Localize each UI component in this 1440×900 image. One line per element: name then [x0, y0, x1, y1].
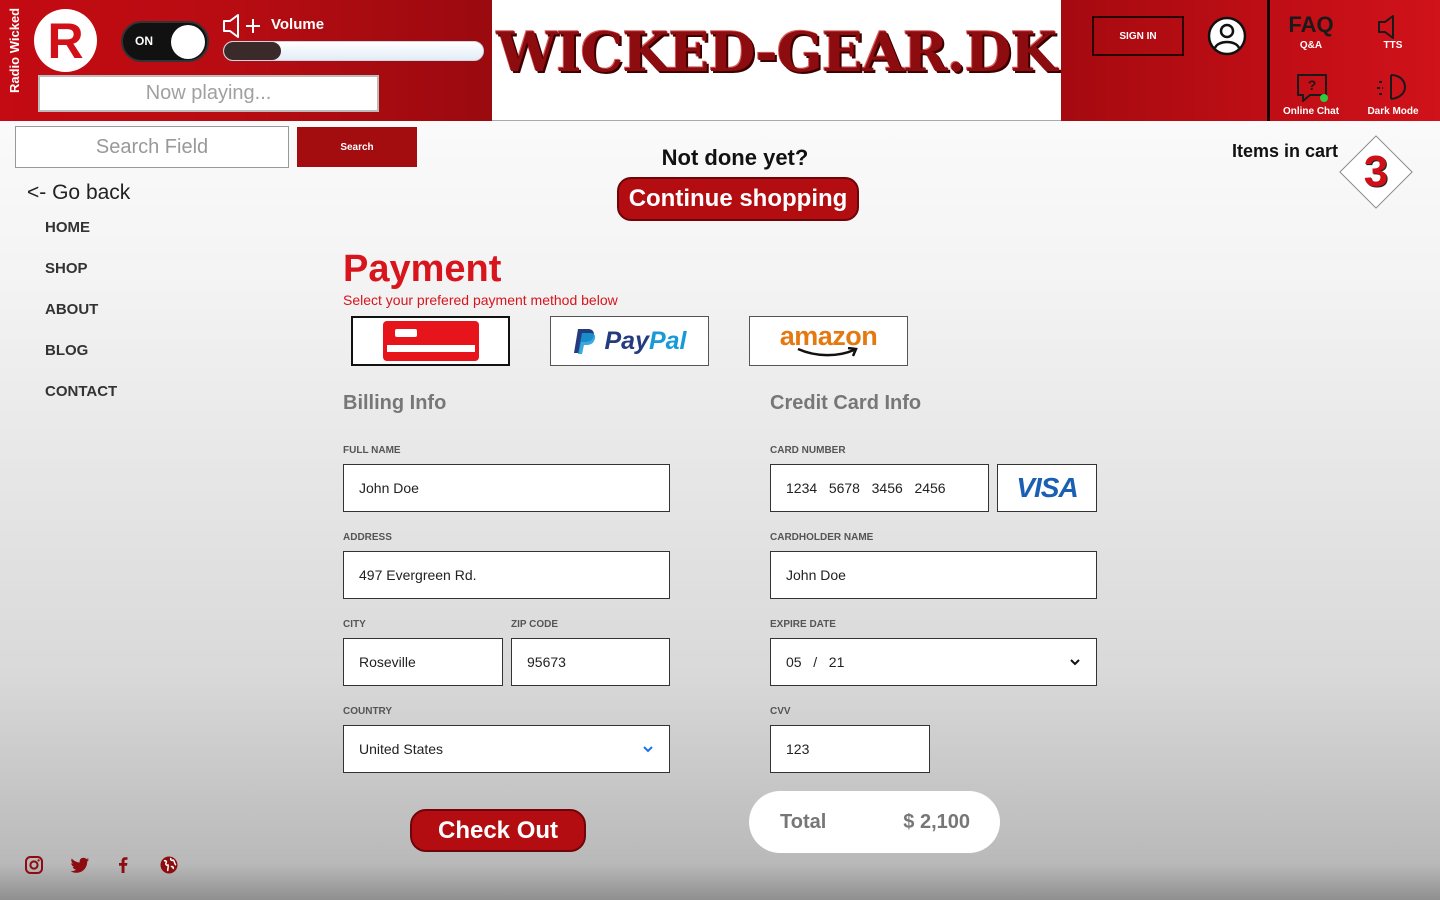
credit-card-icon: [382, 321, 479, 361]
tts-button[interactable]: TTS: [1358, 0, 1428, 51]
city-label: CITY: [343, 619, 366, 630]
toggle-label: ON: [135, 34, 153, 48]
go-back-link[interactable]: <- Go back: [27, 181, 130, 205]
bulb-icon: [1377, 74, 1407, 100]
payment-subtitle: Select your prefered payment method belo…: [343, 292, 618, 308]
tts-caption: TTS: [1383, 40, 1403, 51]
faq-button[interactable]: FAQ Q&A: [1276, 0, 1346, 51]
volume-slider-fill: [224, 42, 281, 60]
credit-card-info-title: Credit Card Info: [770, 392, 922, 414]
nav-item-contact[interactable]: CONTACT: [45, 382, 117, 423]
svg-text:?: ?: [1308, 77, 1317, 93]
pay-option-card[interactable]: [351, 316, 510, 366]
check-out-button[interactable]: Check Out: [410, 809, 586, 852]
faq-icon: FAQ: [1288, 12, 1334, 37]
card-number-field[interactable]: 1234 5678 3456 2456: [770, 464, 989, 512]
chat-help-icon: ?: [1297, 74, 1328, 102]
continue-shopping-button[interactable]: Continue shopping: [617, 177, 859, 221]
expire-date-value: 05 / 21: [786, 654, 845, 670]
city-field[interactable]: Roseville: [343, 638, 503, 686]
not-done-heading: Not done yet?: [661, 145, 809, 170]
chevron-down-icon: [643, 746, 653, 753]
now-playing-display: Now playing...: [38, 75, 379, 112]
address-field[interactable]: 497 Evergreen Rd.: [343, 551, 670, 599]
volume-icon[interactable]: [222, 13, 262, 39]
amazon-smile-icon: [796, 347, 858, 357]
total-value: $ 2,100: [903, 811, 970, 833]
zip-code-label: ZIP CODE: [511, 619, 559, 630]
zip-code-field[interactable]: 95673: [511, 638, 670, 686]
radio-toggle[interactable]: ON: [121, 21, 209, 62]
sign-in-button[interactable]: SIGN IN: [1092, 16, 1184, 56]
volume-label: Volume: [271, 16, 325, 33]
pay-option-amazon[interactable]: amazon: [749, 316, 908, 366]
nav-item-blog[interactable]: BLOG: [45, 341, 117, 382]
total-box: Total $ 2,100: [749, 791, 1000, 853]
country-label: COUNTRY: [343, 706, 393, 717]
volume-slider[interactable]: [223, 41, 484, 61]
cardholder-name-label: CARDHOLDER NAME: [770, 532, 874, 543]
header-divider: [1267, 0, 1270, 121]
dark-mode-caption: Dark Mode: [1367, 106, 1419, 117]
full-name-label: FULL NAME: [343, 445, 401, 456]
card-number-label: CARD NUMBER: [770, 445, 846, 456]
address-label: ADDRESS: [343, 532, 392, 543]
expire-date-label: EXPIRE DATE: [770, 619, 836, 630]
search-input[interactable]: [15, 126, 289, 168]
search-button[interactable]: Search: [297, 127, 417, 167]
online-chat-caption: Online Chat: [1282, 106, 1340, 117]
nav-item-about[interactable]: ABOUT: [45, 300, 117, 341]
billing-info-title: Billing Info: [343, 392, 447, 414]
country-value: United States: [359, 741, 444, 757]
payment-title: Payment: [343, 248, 502, 290]
nav-item-home[interactable]: HOME: [45, 218, 117, 259]
radio-logo[interactable]: R: [34, 9, 97, 72]
user-avatar-icon[interactable]: [1207, 16, 1247, 56]
globe-icon[interactable]: [159, 855, 179, 875]
speaker-icon: [1378, 15, 1394, 39]
paypal-logo-text: PayPal: [604, 326, 687, 355]
faq-caption: Q&A: [1299, 40, 1323, 51]
country-select[interactable]: United States: [343, 725, 670, 773]
site-logo[interactable]: WICKED-GEAR.DK: [492, 20, 1061, 84]
toggle-knob: [171, 25, 205, 59]
dark-mode-button[interactable]: Dark Mode: [1358, 68, 1428, 118]
cvv-label: CVV: [770, 706, 791, 717]
pay-option-paypal[interactable]: PayPal: [550, 316, 709, 366]
cart-count: 3: [1363, 147, 1389, 196]
radio-label: Radio Wicked: [7, 7, 22, 93]
chevron-down-icon: [1070, 659, 1080, 666]
online-chat-button[interactable]: ? Online Chat: [1276, 68, 1346, 118]
sidebar-nav: HOME SHOP ABOUT BLOG CONTACT: [45, 218, 117, 423]
cart-label: Items in cart: [1231, 141, 1338, 161]
instagram-icon[interactable]: [24, 855, 44, 875]
twitter-icon[interactable]: [70, 855, 90, 875]
total-label: Total: [780, 811, 827, 833]
cvv-field[interactable]: 123: [770, 725, 930, 773]
expire-date-select[interactable]: 05 / 21: [770, 638, 1097, 686]
nav-item-shop[interactable]: SHOP: [45, 259, 117, 300]
cardholder-name-field[interactable]: John Doe: [770, 551, 1097, 599]
full-name-field[interactable]: John Doe: [343, 464, 670, 512]
paypal-icon: [574, 329, 596, 354]
facebook-icon[interactable]: [113, 855, 133, 875]
visa-logo: VISA: [997, 464, 1097, 512]
